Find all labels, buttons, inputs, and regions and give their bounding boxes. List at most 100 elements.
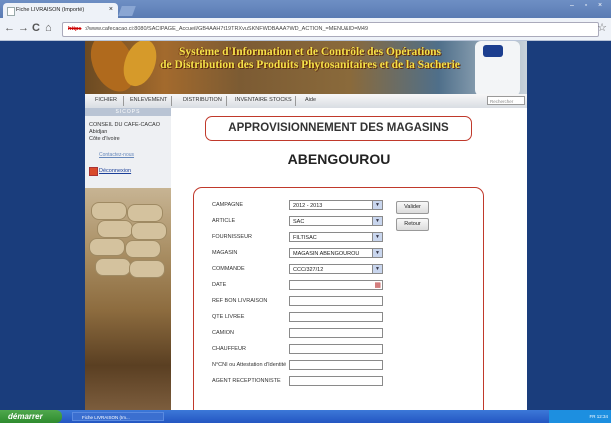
org-city: Abidjan [89,129,108,135]
magasin-label: MAGASIN [212,250,238,256]
url-text: ://www.cafecacao.ci:8080/SACIPAGE_Accuei… [84,26,369,32]
browser-tab[interactable]: Fiche LIVRAISON (Importé) × [3,3,118,18]
chevron-down-icon[interactable]: ▼ [372,249,382,257]
menu-separator [295,96,296,106]
os-taskbar: démarrer Fiche LIVRAISON (Im... FR 12:34 [0,410,611,423]
menu-fichier[interactable]: FICHIER [95,97,117,103]
banner-title-line1: Système d'Information et de Contrôle des… [179,46,441,58]
org-name: CONSEIL DU CAFE-CACAO [89,122,161,128]
menu-enlevement[interactable]: ENLEVEMENT [130,97,167,103]
banner-title-line2: de Distribution des Produits Phytosanita… [160,59,460,71]
forward-icon[interactable]: → [18,22,29,34]
menu-distribution[interactable]: DISTRIBUTION [183,97,222,103]
fournisseur-select[interactable]: FILTISAC ▼ [289,232,383,242]
article-select[interactable]: SAC ▼ [289,216,383,226]
sidebar-header: SICOPS [85,108,171,116]
main-menu: FICHIER ENLEVEMENT DISTRIBUTION INVENTAI… [85,94,527,109]
article-label: ARTICLE [212,218,236,224]
cni-input[interactable] [289,360,383,370]
sack-image [131,222,167,240]
magasin-select[interactable]: MAGASIN ABENGOUROU ▼ [289,248,383,258]
commande-value: CCC/327/12 [293,267,324,273]
menu-separator [123,96,124,106]
camion-label: CAMION [212,330,234,336]
page-icon [7,7,15,16]
sack-image [91,202,127,220]
browser-tab-bar: Fiche LIVRAISON (Importé) × – ▫ × [0,0,611,18]
search-input[interactable]: Rechercher [487,96,525,105]
menu-separator [171,96,172,106]
bookmark-star-icon[interactable]: ☆ [597,21,607,34]
site-container: Système d'Information et de Contrôle des… [85,41,527,419]
fournisseur-label: FOURNISSEUR [212,234,253,240]
sack-image [129,260,165,278]
sidebar: SICOPS CONSEIL DU CAFE-CACAO Abidjan Côt… [85,108,171,410]
tab-title: Fiche LIVRAISON (Importé) [16,7,85,13]
chauffeur-label: CHAUFFEUR [212,346,246,352]
commande-select[interactable]: CCC/327/12 ▼ [289,264,383,274]
page-background: Système d'Information et de Contrôle des… [0,41,611,419]
agent-receptionniste-label: AGENT RECEPTIONNISTE [212,378,281,384]
chevron-down-icon[interactable]: ▼ [372,265,382,273]
banner-title: Système d'Information et de Contrôle des… [155,46,465,72]
back-icon[interactable]: ← [4,22,15,34]
fournisseur-value: FILTISAC [293,235,317,241]
ref-bon-livraison-input[interactable] [289,296,383,306]
chevron-down-icon[interactable]: ▼ [372,201,382,209]
campagne-label: CAMPAGNE [212,202,244,208]
start-button[interactable]: démarrer [0,410,62,423]
home-icon[interactable]: ⌂ [45,22,52,34]
date-input[interactable]: ▦ [289,280,383,290]
sack-image [95,258,131,276]
organization-info: CONSEIL DU CAFE-CACAO Abidjan Côte d'Ivo… [89,122,160,143]
cni-label: N°CNI ou Attestation d'Identité [212,362,287,368]
qte-livree-input[interactable] [289,312,383,322]
valider-button[interactable]: Valider [396,201,429,214]
campagne-value: 2012 - 2013 [293,203,323,209]
retour-button[interactable]: Retour [396,218,429,231]
magasin-value: MAGASIN ABENGOUROU [293,251,360,257]
tab-close-icon[interactable]: × [109,6,113,13]
logout-icon[interactable] [89,167,98,176]
agent-receptionniste-input[interactable] [289,376,383,386]
browser-toolbar: ← → C ⌂ https://www.cafecacao.ci:8080/SA… [0,18,611,41]
chevron-down-icon[interactable]: ▼ [372,233,382,241]
system-tray: FR 12:34 [549,410,611,423]
taskbar-item[interactable]: Fiche LIVRAISON (Im... [72,412,164,421]
address-bar[interactable]: https://www.cafecacao.ci:8080/SACIPAGE_A… [62,22,599,37]
article-value: SAC [293,219,305,225]
calendar-icon[interactable]: ▦ [374,281,381,290]
sack-image [89,238,125,256]
chevron-down-icon[interactable]: ▼ [372,217,382,225]
page-subtitle: ABENGOUROU [287,151,391,167]
minimize-icon[interactable]: – [565,2,579,9]
sack-image [127,204,163,222]
contact-link[interactable]: Contactez-nous [99,152,134,158]
jug-cap-image [483,45,503,57]
maximize-icon[interactable]: ▫ [579,2,593,9]
sack-image [125,240,161,258]
qte-livree-label: QTE LIVREE [212,314,245,320]
ref-bon-livraison-label: REF BON LIVRAISON [212,298,268,304]
chauffeur-input[interactable] [289,344,383,354]
cocoa-sacks-photo [85,188,171,410]
menu-inventaire-stocks[interactable]: INVENTAIRE STOCKS [235,97,292,103]
date-label: DATE [212,282,227,288]
url-scheme: https [68,26,82,32]
org-country: Côte d'Ivoire [89,136,120,142]
menu-separator [226,96,227,106]
reload-icon[interactable]: C [32,22,40,34]
header-banner: Système d'Information et de Contrôle des… [85,41,527,94]
new-tab-button[interactable] [118,6,136,16]
campagne-select[interactable]: 2012 - 2013 ▼ [289,200,383,210]
sack-image [97,220,133,238]
delivery-form: CAMPAGNE 2012 - 2013 ▼ Valider ARTICLE S… [193,187,484,419]
camion-input[interactable] [289,328,383,338]
menu-aide[interactable]: Aide [305,97,316,103]
commande-label: COMMANDE [212,266,245,272]
logout-link[interactable]: Déconnexion [99,168,131,174]
page-title: APPROVISIONNEMENT DES MAGASINS [205,116,472,141]
window-close-icon[interactable]: × [593,2,607,9]
main-content: APPROVISIONNEMENT DES MAGASINS ABENGOURO… [171,108,527,419]
window-controls: – ▫ × [565,2,607,9]
